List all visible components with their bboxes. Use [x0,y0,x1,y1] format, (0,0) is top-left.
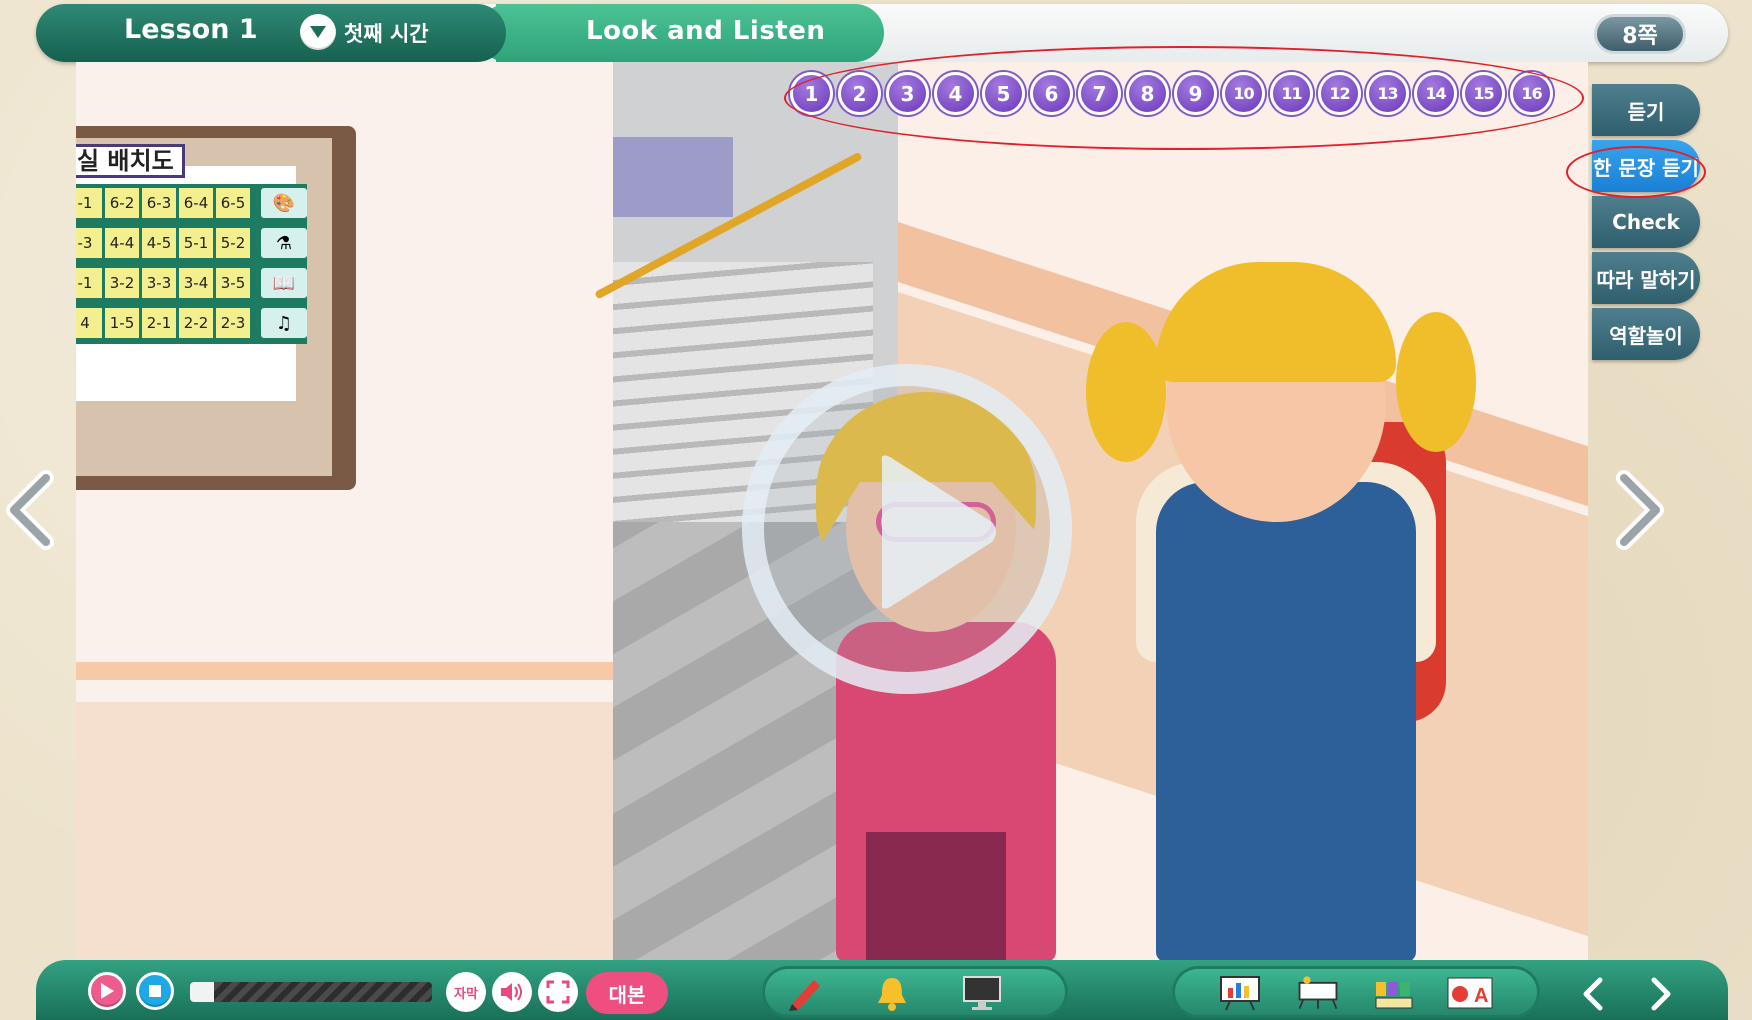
board-title: 실 배치도 [76,144,185,178]
fullscreen-icon [546,980,570,1004]
previous-page-button[interactable] [2,470,58,550]
word-card-button[interactable]: A [1446,972,1494,1014]
table-cell: 2-2 [179,308,213,338]
table-cell: 2-1 [142,308,176,338]
progress-fill [190,982,215,1002]
sentence-number-bar: 1 2 3 4 5 6 7 8 9 10 11 12 13 14 15 16 [790,72,1553,115]
chevron-left-icon [6,470,54,550]
table-cell: 4-4 [105,228,139,258]
lesson-pill [36,4,506,62]
sentence-button-6[interactable]: 6 [1030,72,1073,115]
video-play-button[interactable] [742,364,1072,694]
scene-illustration: 실 배치도 -1 6-2 6-3 6-4 6-5 🎨 -3 4-4 4-5 5-1 5-2 ⚗ -1 3-… [76,62,1588,962]
table-cell: 5-1 [179,228,213,258]
table-cell: 4-5 [142,228,176,258]
palette-icon: 🎨 [261,188,307,218]
table-cell: -1 [76,268,102,298]
sentence-button-2[interactable]: 2 [838,72,881,115]
sentence-button-1[interactable]: 1 [790,72,833,115]
table-cell: 6-5 [216,188,250,218]
book-icon: 📖 [261,268,307,298]
lesson-title: Lesson 1 [124,14,258,45]
bell-button[interactable] [868,972,916,1014]
side-menu-item-4[interactable]: 역할놀이 [1592,308,1700,360]
monitor-icon [963,976,1001,1010]
blocks-icon [1375,982,1413,1009]
table-cell: 3-2 [105,268,139,298]
table-cell: 3-3 [142,268,176,298]
music-icon: ♫ [261,308,307,338]
section-title: Look and Listen [586,16,826,46]
sentence-button-12[interactable]: 12 [1318,72,1361,115]
table-cell: -1 [76,188,102,218]
period-label: 첫째 시간 [344,22,429,46]
next-button[interactable] [1640,974,1680,1014]
side-menu-item-1[interactable]: 한 문장 듣기 [1592,140,1700,192]
screen-button[interactable] [958,972,1006,1014]
sentence-button-10[interactable]: 10 [1222,72,1265,115]
lockers [613,137,733,217]
sentence-button-7[interactable]: 7 [1078,72,1121,115]
chevron-right-icon [1651,977,1671,1011]
table-cell: 6-4 [179,188,213,218]
script-button[interactable]: 대본 [586,972,668,1014]
apple-a-icon: A [1447,977,1493,1009]
play-button[interactable] [88,972,126,1010]
sentence-button-11[interactable]: 11 [1270,72,1313,115]
stop-button[interactable] [136,972,174,1010]
speaker-icon [501,983,522,1001]
table-cell: -3 [76,228,102,258]
table-cell: 5-2 [216,228,250,258]
sentence-button-5[interactable]: 5 [982,72,1025,115]
pencil-icon [789,980,820,1011]
table-row: 4 1-5 2-1 2-2 2-3 ♫ [76,304,307,344]
volume-button[interactable] [492,972,532,1012]
table-row: -1 3-2 3-3 3-4 3-5 📖 [76,264,307,304]
pen-tool-button[interactable] [782,972,830,1014]
chevron-right-icon [1616,470,1664,550]
stop-icon [149,985,161,997]
classroom-layout-table: -1 6-2 6-3 6-4 6-5 🎨 -3 4-4 4-5 5-1 5-2 ⚗ -1 3-2 3-3 3-… [76,184,307,344]
play-icon [101,983,114,999]
side-menu-item-2[interactable]: Check [1592,196,1700,248]
sentence-button-15[interactable]: 15 [1462,72,1505,115]
previous-button[interactable] [1574,974,1614,1014]
girl-overalls [1156,482,1416,962]
table-cell: 3-5 [216,268,250,298]
chevron-down-icon [310,26,326,38]
timer-tool-button[interactable] [1294,972,1342,1014]
subtitle-button[interactable]: 자막 [446,972,486,1012]
progress-bar[interactable] [190,982,432,1002]
flask-icon: ⚗ [261,228,307,258]
table-cell: 3-4 [179,268,213,298]
svg-text:A: A [1474,985,1488,1007]
table-cell: 6-2 [105,188,139,218]
sentence-button-16[interactable]: 16 [1510,72,1553,115]
sentence-button-3[interactable]: 3 [886,72,929,115]
table-row: -1 6-2 6-3 6-4 6-5 🎨 [76,184,307,224]
sentence-button-4[interactable]: 4 [934,72,977,115]
side-menu-item-0[interactable]: 듣기 [1592,84,1700,136]
easel-icon [1298,976,1338,1010]
fullscreen-button[interactable] [538,972,578,1012]
play-icon [881,455,996,609]
chevron-left-icon [1583,977,1603,1011]
lesson-dropdown-button[interactable] [300,14,336,50]
chart-tool-button[interactable] [1216,972,1264,1014]
table-cell: 1-5 [105,308,139,338]
side-menu-item-3[interactable]: 따라 말하기 [1592,252,1700,304]
cards-tool-button[interactable] [1372,972,1420,1014]
table-cell: 6-3 [142,188,176,218]
next-page-button[interactable] [1612,470,1668,550]
sentence-button-8[interactable]: 8 [1126,72,1169,115]
table-row: -3 4-4 4-5 5-1 5-2 ⚗ [76,224,307,264]
sentence-button-9[interactable]: 9 [1174,72,1217,115]
table-cell: 4 [76,308,102,338]
bell-icon [878,978,906,1011]
table-cell: 2-3 [216,308,250,338]
presentation-icon [1220,976,1260,1011]
sentence-button-14[interactable]: 14 [1414,72,1457,115]
sentence-button-13[interactable]: 13 [1366,72,1409,115]
page-number-badge: 8쪽 [1594,14,1686,54]
